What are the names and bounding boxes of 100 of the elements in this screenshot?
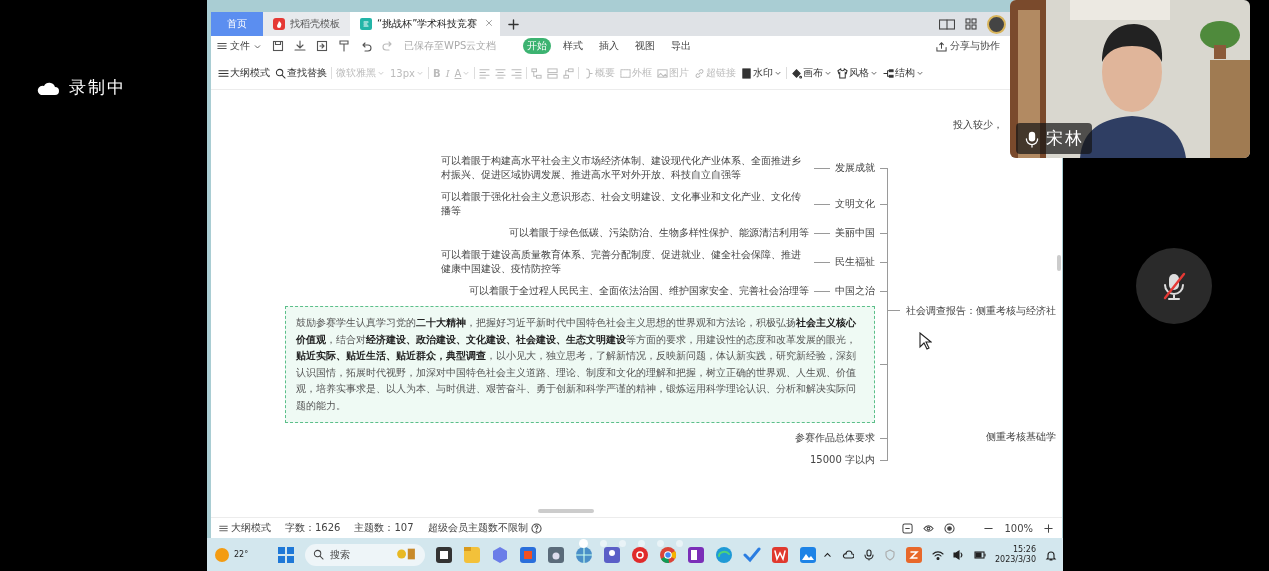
hexagon-app-icon[interactable] xyxy=(491,545,509,564)
add-tab-icon[interactable] xyxy=(508,18,519,30)
cloud-icon[interactable] xyxy=(841,548,854,561)
format-painter-icon[interactable] xyxy=(338,40,350,52)
file-menu[interactable]: 文件 xyxy=(217,39,262,53)
topic-node[interactable]: 投入较少， xyxy=(953,118,1003,132)
detail-node[interactable]: 可以着眼于构建高水平社会主义市场经济体制、建设现代化产业体系、全面推进乡村振兴、促进区域协调发展、推进高水平对外开放、科技自立自强等 xyxy=(441,154,809,182)
member-note: 超级会员主题数不限制 xyxy=(427,521,528,535)
caret-icon xyxy=(870,69,879,77)
scrollbar-thumb[interactable] xyxy=(538,509,594,513)
input-method-icon[interactable] xyxy=(904,545,923,564)
share-icon xyxy=(936,40,947,52)
caret-icon xyxy=(462,69,471,77)
search-icon xyxy=(313,549,324,560)
eye-icon[interactable] xyxy=(923,522,935,534)
page-dot[interactable] xyxy=(638,540,645,547)
browser-icon[interactable] xyxy=(659,545,677,564)
caret-icon xyxy=(416,69,424,77)
reading-mode-icon[interactable] xyxy=(939,18,955,30)
target-icon[interactable] xyxy=(944,522,956,534)
caret-icon xyxy=(377,69,385,77)
topic-node[interactable]: 发展成就 xyxy=(835,161,875,175)
detail-node[interactable]: 可以着眼于强化社会主义意识形态、社会文明建设、文化事业和文化产业、文化传播等 xyxy=(441,190,809,218)
task-view-icon[interactable] xyxy=(435,545,453,564)
recording-label: 录制中 xyxy=(69,76,126,99)
list-icon xyxy=(218,67,229,79)
canvas-button[interactable]: 画布 xyxy=(790,66,834,80)
fit-icon[interactable] xyxy=(902,522,914,534)
avatar[interactable] xyxy=(987,14,1006,34)
save-status: 已保存至WPS云文档 xyxy=(404,39,497,53)
browser-tab[interactable]: “挑战杯”学术科技竞赛 xyxy=(350,12,500,36)
mind-map-app-icon xyxy=(360,18,372,30)
grid-icon[interactable] xyxy=(965,18,977,30)
find-replace-button[interactable]: 查找替换 xyxy=(274,66,328,80)
document-app-icon[interactable] xyxy=(771,545,789,564)
mountain-app-icon[interactable] xyxy=(799,545,817,564)
topic-node[interactable]: 社会调查报告：侧重考核与经济社 xyxy=(906,303,1056,318)
bell-icon[interactable] xyxy=(1045,548,1057,561)
mouse-pointer-icon xyxy=(919,332,932,351)
topic-count: 主题数：107 xyxy=(354,521,414,535)
globe-icon[interactable] xyxy=(575,545,593,564)
help-icon[interactable] xyxy=(530,522,542,534)
speaker-icon[interactable] xyxy=(952,548,965,561)
page-dot[interactable] xyxy=(579,539,588,548)
battery-icon[interactable] xyxy=(973,548,986,561)
undo-icon[interactable] xyxy=(360,40,372,52)
flame-icon xyxy=(273,18,285,30)
clock[interactable]: 15:26 2023/3/30 xyxy=(994,544,1036,565)
outline-mode-button[interactable]: 大纲模式 xyxy=(219,521,271,535)
list-icon xyxy=(219,523,228,533)
share-button[interactable]: 分享与协作 xyxy=(936,39,1000,53)
temperature: 22° xyxy=(234,549,249,559)
participant-name: 宋林 xyxy=(1046,127,1084,150)
search-field[interactable]: 搜索 xyxy=(305,543,425,566)
detail-node[interactable]: 可以着眼于建设高质量教育体系、完善分配制度、促进就业、健全社会保障、推进健康中国建设、疫情防控等 xyxy=(441,248,809,276)
ribbon-tab[interactable]: 插入 xyxy=(594,38,623,54)
page-dot[interactable] xyxy=(657,540,664,547)
detail-node[interactable]: 可以着眼于绿色低碳、污染防治、生物多样性保护、能源清洁利用等 xyxy=(509,226,809,240)
outline-mode-button[interactable]: 大纲模式 xyxy=(217,66,271,80)
style-button[interactable]: 风格 xyxy=(836,66,880,80)
align-center-icon xyxy=(495,67,507,79)
topic-node[interactable]: 15000 字以内 xyxy=(810,453,875,467)
download-icon[interactable] xyxy=(294,40,306,52)
paint-bucket-icon xyxy=(791,67,803,79)
topic-node[interactable]: 文明文化 xyxy=(835,197,875,211)
browser-tab[interactable]: 找稻壳模板 xyxy=(263,12,350,36)
zoom-in-icon[interactable] xyxy=(1043,522,1054,534)
caret-icon xyxy=(824,69,833,77)
detail-node[interactable]: 可以着眼于全过程人民民主、全面依法治国、维护国家安全、完善社会治理等 xyxy=(469,284,809,298)
page-dot[interactable] xyxy=(619,540,626,547)
caret-icon xyxy=(916,69,925,77)
ribbon-tab[interactable]: 样式 xyxy=(558,38,587,54)
close-icon[interactable] xyxy=(484,18,494,28)
notes-app-icon[interactable] xyxy=(687,545,705,564)
frame-icon xyxy=(620,67,632,79)
parent-node-icon xyxy=(563,67,575,79)
wifi-icon[interactable] xyxy=(931,548,944,561)
scrollbar-thumb[interactable] xyxy=(1057,255,1061,271)
structure-button[interactable]: 结构 xyxy=(882,66,926,80)
watermark-button[interactable]: 水印 xyxy=(740,66,784,80)
align-left-icon xyxy=(479,67,491,79)
checkmark-app-icon[interactable] xyxy=(743,545,761,564)
topic-node[interactable]: 参赛作品总体要求 xyxy=(795,431,875,445)
page-dot[interactable] xyxy=(600,540,607,547)
word-count: 字数：1626 xyxy=(285,521,341,535)
microphone-icon[interactable] xyxy=(862,548,875,561)
caret-icon xyxy=(774,69,783,77)
note-node[interactable]: 鼓励参赛学生认真学习党的二十大精神，把握好习近平新时代中国特色社会主义思想的世界观和方法论，积极弘扬社会主义核心价值观，结合对经济建设、政治建设、文化建设、社会建设、生态文明建设等方面的要求，用建设性的态度和改革发展的眼光，贴近实际、贴近生活、贴近群众，典型调查，以小见大，独立思考，了解新情况，反映新问题，体认新实践，研究新经验，深刻认识国情，拓展时代视野，加深对中国特色社会主义道路、理论、制度和文化的理解和把握，树立正确的世界观、人生观、价值观，培养实事求是、以人为本、与时俱进、艰苦奋斗、勇于创新和科学严谨的精神，锻炼运用科学理论认识、分析和解决实际问题的能力。 xyxy=(285,306,875,423)
topic-node[interactable]: 民生福祉 xyxy=(835,255,875,269)
import-icon[interactable] xyxy=(316,40,328,52)
topic-node[interactable]: 美丽中国 xyxy=(835,226,875,240)
topic-node[interactable]: 侧重考核基础学 xyxy=(986,430,1056,444)
structure-icon xyxy=(883,67,895,79)
ribbon-tab[interactable]: 导出 xyxy=(666,38,695,54)
topic-node[interactable]: 中国之治 xyxy=(835,284,875,298)
people-app-icon[interactable] xyxy=(603,545,621,564)
camera-icon[interactable] xyxy=(547,545,565,564)
ribbon-tab[interactable]: 视图 xyxy=(630,38,659,54)
windows-logo-icon[interactable] xyxy=(277,545,295,564)
save-icon[interactable] xyxy=(272,40,284,52)
